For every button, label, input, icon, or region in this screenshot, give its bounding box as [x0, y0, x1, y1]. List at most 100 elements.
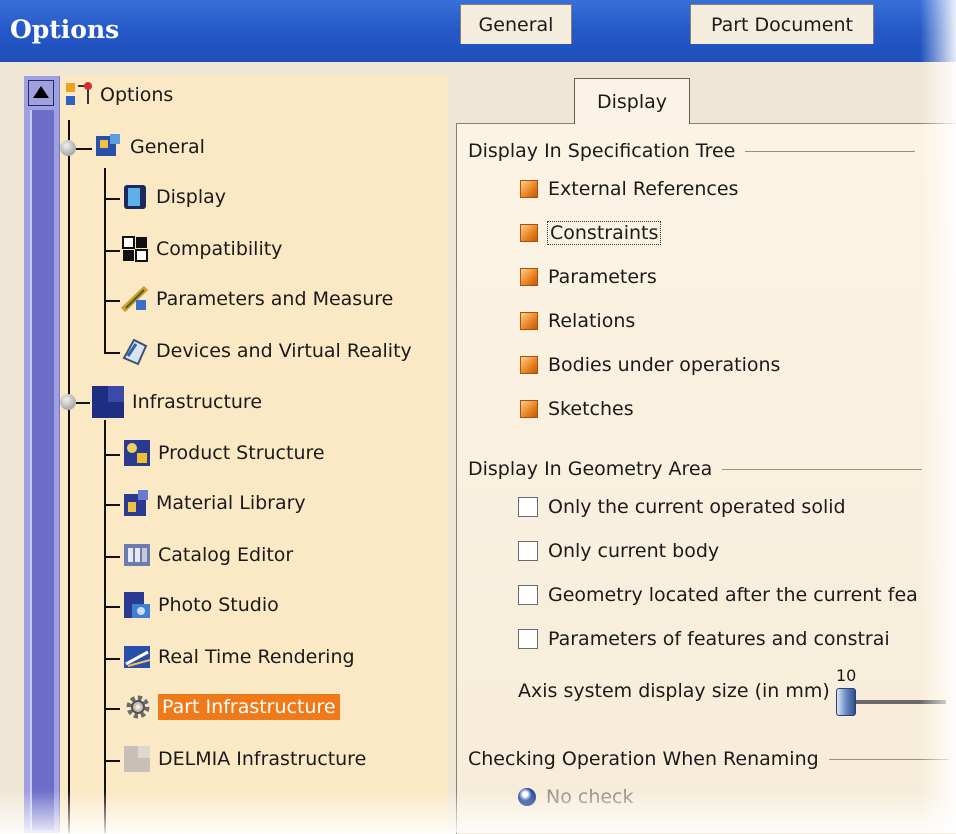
- collapse-icon[interactable]: [60, 140, 76, 156]
- tree-item-label: DELMIA Infrastructure: [158, 748, 367, 770]
- tab-label: Display: [596, 90, 668, 113]
- tree-item-compatibility[interactable]: Compatibility: [120, 234, 282, 264]
- option-label: Sketches: [548, 398, 634, 420]
- tree-item-display[interactable]: Display: [120, 182, 226, 212]
- option-label: No check: [546, 786, 634, 808]
- tab-general[interactable]: General: [460, 4, 572, 44]
- gear-icon: [124, 692, 152, 722]
- compatibility-icon: [120, 234, 150, 264]
- devices-vr-icon: [120, 336, 150, 366]
- spec-tree-group-title: Display In Specification Tree: [468, 140, 916, 162]
- tree-item-delmia-infrastructure[interactable]: DELMIA Infrastructure: [122, 744, 366, 774]
- group-divider: [745, 150, 916, 152]
- tree-item-parameters-and-measure[interactable]: Parameters and Measure: [120, 284, 393, 314]
- group-title-text: Display In Geometry Area: [468, 458, 713, 480]
- only-current-operated-solid-checkbox[interactable]: Only the current operated solid: [518, 496, 846, 518]
- checkbox-unchecked[interactable]: [518, 585, 538, 605]
- tab-label: General: [478, 13, 554, 36]
- group-title-text: Checking Operation When Renaming: [468, 748, 819, 770]
- option-label: Only the current operated solid: [548, 496, 846, 518]
- sketches-checkbox[interactable]: Sketches: [520, 398, 634, 420]
- tree-line: [68, 120, 70, 833]
- material-library-icon: [120, 488, 150, 518]
- tree-item-label: Material Library: [156, 492, 306, 514]
- tree-branch: [104, 606, 120, 608]
- tree-branch: [104, 352, 120, 354]
- option-label: Only current body: [548, 540, 720, 562]
- parameters-measure-icon: [120, 284, 150, 314]
- renaming-group-title: Checking Operation When Renaming: [468, 748, 949, 770]
- tree-item-label: Catalog Editor: [158, 544, 294, 566]
- external-references-checkbox[interactable]: External References: [520, 178, 738, 200]
- tree-item-part-infrastructure[interactable]: Part Infrastructure: [124, 692, 340, 722]
- checkbox-checked[interactable]: [520, 312, 538, 330]
- tree-line: [104, 168, 106, 354]
- photo-studio-icon: [122, 590, 152, 620]
- checkbox-checked[interactable]: [520, 224, 538, 242]
- axis-size-slider-track[interactable]: [846, 700, 946, 704]
- tab-label: Part Document: [711, 13, 853, 36]
- delmia-icon: [122, 744, 152, 774]
- checkbox-checked[interactable]: [520, 400, 538, 418]
- scroll-up-arrow-icon[interactable]: [28, 80, 54, 106]
- axis-size-slider-thumb[interactable]: [836, 688, 856, 716]
- tab-display[interactable]: Display: [574, 78, 690, 124]
- only-current-body-checkbox[interactable]: Only current body: [518, 540, 719, 562]
- constraints-checkbox[interactable]: Constraints: [520, 221, 662, 245]
- options-window: Options Options General Display Compatib…: [0, 0, 956, 834]
- display-icon: [120, 182, 150, 212]
- relations-checkbox[interactable]: Relations: [520, 310, 635, 332]
- tree-item-label: Display: [156, 186, 227, 208]
- group-title-text: Display In Specification Tree: [468, 140, 736, 162]
- radio-selected[interactable]: [518, 788, 536, 806]
- checkbox-checked[interactable]: [520, 180, 538, 198]
- tree-branch: [104, 198, 120, 200]
- group-divider: [722, 468, 923, 470]
- tree-item-options[interactable]: Options: [64, 80, 173, 110]
- tree-branch: [104, 300, 120, 302]
- product-structure-icon: [122, 438, 152, 468]
- tree-item-photo-studio[interactable]: Photo Studio: [122, 590, 279, 620]
- tree-item-label: Options: [100, 84, 174, 106]
- tree-branch: [76, 148, 92, 150]
- geometry-after-current-feature-checkbox[interactable]: Geometry located after the current fea: [518, 584, 918, 606]
- option-label: Bodies under operations: [548, 354, 781, 376]
- tree-item-material-library[interactable]: Material Library: [120, 488, 306, 518]
- tree-item-general[interactable]: General: [94, 132, 205, 162]
- tree-item-label: General: [130, 136, 205, 158]
- no-check-radio[interactable]: No check: [518, 786, 634, 808]
- tab-part-document[interactable]: Part Document: [690, 4, 874, 44]
- tree-item-catalog-editor[interactable]: Catalog Editor: [122, 540, 293, 570]
- option-label: Parameters of features and constrai: [548, 628, 890, 650]
- option-label: Geometry located after the current fea: [548, 584, 918, 606]
- group-divider: [828, 758, 949, 760]
- tree-item-label: Compatibility: [156, 238, 283, 260]
- infrastructure-icon: [90, 384, 126, 420]
- tree-item-real-time-rendering[interactable]: Real Time Rendering: [122, 642, 355, 672]
- tree-item-label: Infrastructure: [132, 391, 263, 413]
- checkbox-unchecked[interactable]: [518, 541, 538, 561]
- checkbox-checked[interactable]: [520, 356, 538, 374]
- tree-branch: [104, 556, 120, 558]
- tree-item-product-structure[interactable]: Product Structure: [122, 438, 325, 468]
- scrollbar-thumb[interactable]: [30, 110, 54, 830]
- parameters-features-constraints-checkbox[interactable]: Parameters of features and constrai: [518, 628, 890, 650]
- tree-line: [104, 420, 106, 833]
- checkbox-unchecked[interactable]: [518, 497, 538, 517]
- tree-item-devices-and-virtual-reality[interactable]: Devices and Virtual Reality: [120, 336, 412, 366]
- checkbox-checked[interactable]: [520, 268, 538, 286]
- parameters-checkbox[interactable]: Parameters: [520, 266, 657, 288]
- axis-size-label: Axis system display size (in mm): [518, 680, 830, 702]
- collapse-icon[interactable]: [60, 394, 76, 410]
- tree-item-infrastructure[interactable]: Infrastructure: [90, 384, 262, 420]
- tree-branch: [76, 402, 90, 404]
- tree-branch: [104, 454, 120, 456]
- tree-item-label: Real Time Rendering: [158, 646, 355, 668]
- tree-branch: [104, 250, 120, 252]
- tree-item-label: Product Structure: [158, 442, 325, 464]
- bodies-under-operations-checkbox[interactable]: Bodies under operations: [520, 354, 780, 376]
- checkbox-unchecked[interactable]: [518, 629, 538, 649]
- tree-branch: [104, 504, 120, 506]
- tree-branch: [104, 760, 120, 762]
- tree-item-label: Parameters and Measure: [156, 288, 394, 310]
